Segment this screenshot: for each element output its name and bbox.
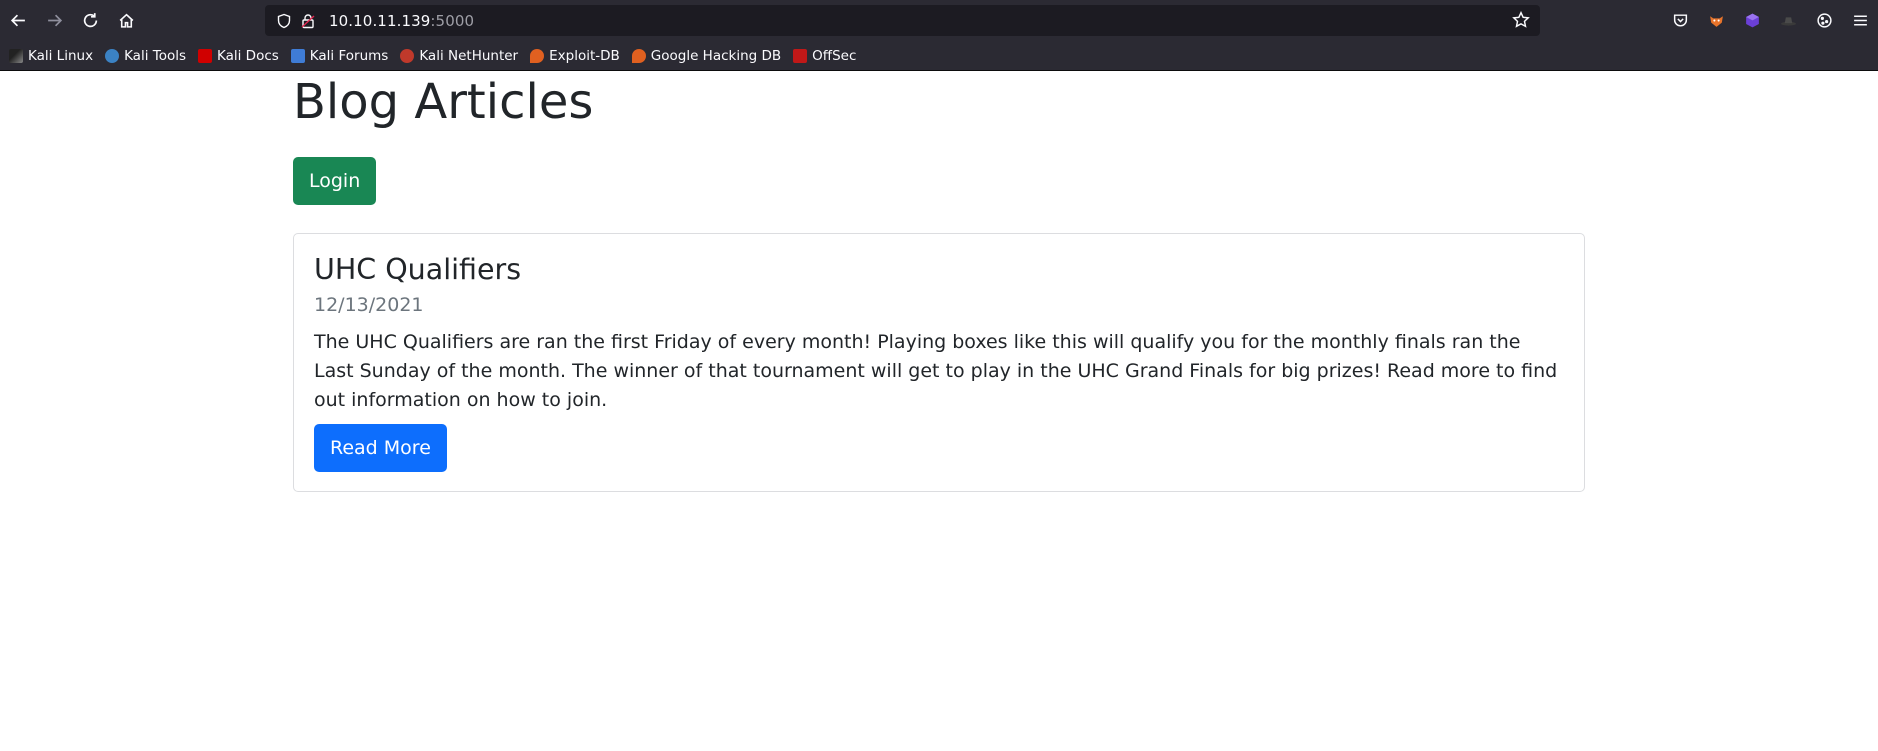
bookmark-label: Exploit-DB [549, 47, 620, 64]
shield-icon[interactable] [275, 12, 293, 30]
bookmark-label: Kali Linux [28, 47, 94, 64]
bookmark-star-icon[interactable] [1512, 10, 1530, 29]
bookmark-label: Kali Docs [217, 47, 279, 64]
address-bar[interactable]: 10.10.11.139:5000 [265, 5, 1540, 36]
offsec-icon [793, 48, 808, 63]
pocket-icon [1673, 14, 1687, 27]
hamburger-menu-icon [1853, 15, 1867, 26]
bookmarks-toolbar: Kali Linux Kali Tools Kali Docs Kali For… [0, 41, 1878, 71]
nethunter-icon [400, 48, 415, 63]
article-date: 12/13/2021 [314, 294, 424, 316]
reload-icon [83, 13, 97, 28]
content-container: Blog Articles Login UHC Qualifiers 12/13… [293, 71, 1585, 492]
page-title: Blog Articles [293, 74, 594, 130]
bookmark-kali-forums[interactable]: Kali Forums [290, 47, 389, 64]
kali-tools-icon [105, 48, 120, 63]
article-card: UHC Qualifiers 12/13/2021 The UHC Qualif… [293, 233, 1585, 492]
fox-icon [1709, 16, 1723, 27]
bookmark-label: Kali Forums [309, 47, 389, 64]
bookmark-label: Google Hacking DB [650, 47, 782, 64]
arrow-right-icon [47, 14, 62, 27]
toolbar-extensions [1662, 0, 1878, 41]
article-body: The UHC Qualifiers are ran the first Fri… [314, 331, 1558, 411]
article-title: UHC Qualifiers [314, 253, 522, 286]
bookmark-offsec[interactable]: OffSec [793, 48, 856, 64]
reload-button[interactable] [72, 0, 108, 41]
bookmark-kali-docs[interactable]: Kali Docs [198, 48, 279, 64]
exploit-db-icon [530, 48, 545, 63]
cookie-extension-button[interactable] [1806, 0, 1842, 41]
login-button[interactable]: Login [293, 157, 377, 205]
insecure-lock-icon[interactable] [299, 12, 317, 30]
kali-dragon-icon [9, 48, 23, 63]
url-host: 10.10.11.139 [329, 11, 431, 30]
bookmark-label: Kali NetHunter [419, 47, 519, 64]
cookie-icon [1816, 13, 1832, 28]
bookmark-label: Kali Tools [124, 47, 186, 64]
arrow-left-icon [10, 14, 25, 27]
home-icon [119, 13, 133, 28]
read-more-button[interactable]: Read More [314, 424, 447, 472]
url-text[interactable]: 10.10.11.139:5000 [329, 12, 474, 30]
page-content: Blog Articles Login UHC Qualifiers 12/13… [0, 71, 1878, 751]
browser-toolbar: 10.10.11.139:5000 [0, 0, 1878, 41]
menu-button[interactable] [1842, 0, 1878, 41]
bookmark-google-hacking-db[interactable]: Google Hacking DB [631, 47, 782, 64]
url-port: :5000 [430, 11, 475, 30]
bookmark-kali-nethunter[interactable]: Kali NetHunter [400, 48, 518, 64]
bookmark-label: OffSec [812, 47, 857, 64]
bookmark-kali-tools[interactable]: Kali Tools [105, 48, 186, 64]
back-button[interactable] [0, 0, 36, 41]
kali-docs-icon [198, 48, 212, 63]
forward-button[interactable] [36, 0, 72, 41]
cube-icon [1745, 13, 1759, 28]
kali-forums-icon [290, 48, 305, 63]
bookmark-kali-linux[interactable]: Kali Linux [9, 48, 93, 64]
extension-hat-button[interactable] [1770, 0, 1806, 41]
bookmark-exploit-db[interactable]: Exploit-DB [530, 48, 620, 64]
ghdb-icon [631, 48, 646, 63]
extension-purple-button[interactable] [1734, 0, 1770, 41]
home-button[interactable] [108, 0, 144, 41]
foxyproxy-button[interactable] [1698, 0, 1734, 41]
pocket-button[interactable] [1662, 0, 1698, 41]
hat-icon [1780, 17, 1796, 26]
